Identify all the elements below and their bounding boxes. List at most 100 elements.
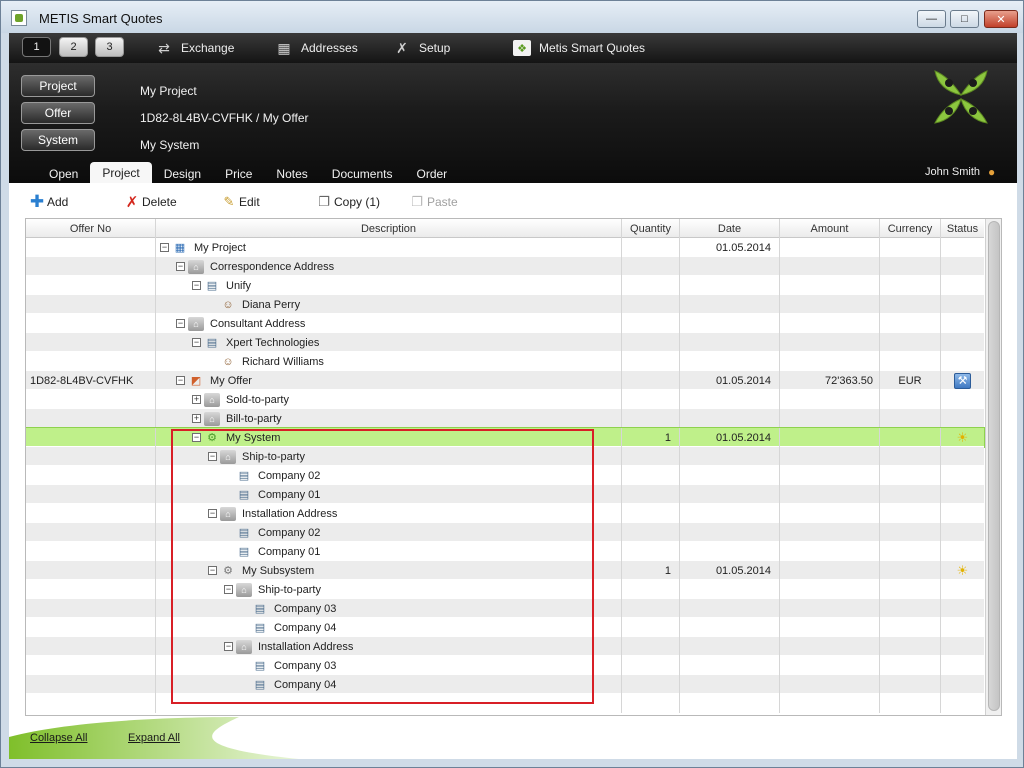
page-button-3[interactable]: 3 — [95, 37, 124, 57]
table-row[interactable]: − ⌂ Consultant Address — [26, 314, 984, 333]
tree-node[interactable]: − ▤ Unify — [192, 276, 251, 295]
column-header-amount[interactable]: Amount — [780, 219, 880, 238]
column-header-currency[interactable]: Currency — [880, 219, 941, 238]
tree-node[interactable]: − ⌂ Correspondence Address — [176, 257, 334, 276]
tab-price[interactable]: Price — [213, 162, 264, 183]
table-row[interactable]: ▤ Company 04 — [26, 618, 984, 637]
collapse-node-icon[interactable]: − — [192, 433, 201, 442]
tree-node[interactable]: ▤ Company 03 — [240, 656, 337, 675]
table-row[interactable]: − ⌂ Installation Address — [26, 504, 984, 523]
table-row[interactable]: − ⌂ Ship-to-party — [26, 580, 984, 599]
nav-exchange[interactable]: ⇄ Exchange — [155, 39, 234, 57]
project-button[interactable]: Project — [21, 75, 95, 97]
collapse-node-icon[interactable]: − — [208, 566, 217, 575]
collapse-node-icon[interactable]: − — [192, 338, 201, 347]
collapse-node-icon[interactable]: − — [176, 262, 185, 271]
tree-node[interactable]: − ⌂ Installation Address — [208, 504, 337, 523]
table-row[interactable]: ▤ Company 02 — [26, 523, 984, 542]
table-row[interactable]: ▤ Company 03 — [26, 656, 984, 675]
table-row[interactable]: − ⌂ Ship-to-party — [26, 447, 984, 466]
table-row[interactable]: + ⌂ Bill-to-party — [26, 409, 984, 428]
collapse-all-link[interactable]: Collapse All — [30, 732, 87, 744]
expand-node-icon[interactable]: + — [192, 395, 201, 404]
tree-node[interactable]: + ⌂ Sold-to-party — [192, 390, 289, 409]
table-row-selected[interactable]: − ⚙ My System 1 01.05.2014 ☀ — [26, 427, 985, 448]
expand-all-link[interactable]: Expand All — [128, 732, 180, 744]
table-row[interactable]: − ⌂ Installation Address — [26, 637, 984, 656]
table-row[interactable]: 1D82-8L4BV-CVFHK − ◩ My Offer 01.05.2014 72'3… — [26, 371, 984, 390]
table-row[interactable]: ▤ Company 03 — [26, 599, 984, 618]
user-menu[interactable]: John Smith ● — [925, 165, 995, 179]
nav-setup[interactable]: ✗ Setup — [393, 39, 450, 57]
page-button-1[interactable]: 1 — [22, 37, 51, 57]
tree-node[interactable]: − ⚙ My Subsystem — [208, 561, 314, 580]
tree-node[interactable]: ☺ Richard Williams — [208, 352, 324, 371]
tree-node[interactable]: ▤ Company 02 — [224, 523, 321, 542]
nav-metis-smart-quotes[interactable]: ❖ Metis Smart Quotes — [513, 39, 645, 57]
system-button[interactable]: System — [21, 129, 95, 151]
column-header-description[interactable]: Description — [156, 219, 622, 238]
edit-button[interactable]: ✎ Edit — [221, 194, 260, 210]
table-row[interactable]: ☺ Richard Williams — [26, 352, 984, 371]
tree-node[interactable]: ☺ Diana Perry — [208, 295, 300, 314]
table-row[interactable] — [26, 694, 984, 713]
tree-node[interactable]: ▤ Company 04 — [240, 618, 337, 637]
tree-node[interactable]: − ⌂ Consultant Address — [176, 314, 305, 333]
table-row[interactable]: ☺ Diana Perry — [26, 295, 984, 314]
tree-node[interactable]: − ⚙ My System — [192, 428, 280, 447]
column-header-quantity[interactable]: Quantity — [622, 219, 680, 238]
copy-button[interactable]: ❐ Copy (1) — [316, 194, 380, 210]
expand-node-icon[interactable]: + — [192, 414, 201, 423]
tab-order[interactable]: Order — [404, 162, 459, 183]
offer-button[interactable]: Offer — [21, 102, 95, 124]
add-button[interactable]: ✚ Add — [29, 192, 68, 211]
table-row[interactable]: − ▤ Unify — [26, 276, 984, 295]
tree-node[interactable]: − ⌂ Ship-to-party — [208, 447, 305, 466]
tab-open[interactable]: Open — [37, 162, 90, 183]
nav-addresses[interactable]: ▦ Addresses — [275, 39, 357, 57]
tree-node[interactable]: ▤ Company 03 — [240, 599, 337, 618]
collapse-node-icon[interactable]: − — [224, 642, 233, 651]
collapse-node-icon[interactable]: − — [176, 376, 185, 385]
table-row[interactable]: − ⚙ My Subsystem 1 01.05.2014 ☀ — [26, 561, 984, 580]
tree-node[interactable]: ▤ Company 02 — [224, 466, 321, 485]
tree-node[interactable]: − ⌂ Ship-to-party — [224, 580, 321, 599]
table-row[interactable]: ▤ Company 01 — [26, 485, 984, 504]
tab-documents[interactable]: Documents — [320, 162, 405, 183]
tree-node[interactable]: − ⌂ Installation Address — [224, 637, 353, 656]
tree-node[interactable]: ▤ Company 01 — [224, 485, 321, 504]
tab-project[interactable]: Project — [90, 162, 152, 183]
status-lightbulb-icon[interactable]: ☀ — [954, 563, 971, 579]
tree-node[interactable]: − ▤ Xpert Technologies — [192, 333, 319, 352]
tab-notes[interactable]: Notes — [264, 162, 319, 183]
status-lightbulb-icon[interactable]: ☀ — [954, 430, 971, 446]
table-row[interactable]: − ▦ My Project 01.05.2014 — [26, 238, 984, 257]
status-tools-icon[interactable]: ⚒ — [954, 372, 971, 389]
maximize-button[interactable]: □ — [950, 10, 979, 28]
tree-node[interactable]: + ⌂ Bill-to-party — [192, 409, 282, 428]
scrollbar-thumb[interactable] — [988, 221, 1000, 711]
collapse-node-icon[interactable]: − — [192, 281, 201, 290]
close-button[interactable]: ✕ — [984, 10, 1018, 28]
column-header-date[interactable]: Date — [680, 219, 780, 238]
paste-button[interactable]: ❐ Paste — [409, 194, 458, 210]
vertical-scrollbar[interactable] — [985, 219, 1001, 715]
delete-button[interactable]: ✗ Delete — [124, 194, 177, 211]
tree-node[interactable]: − ◩ My Offer — [176, 371, 252, 390]
collapse-node-icon[interactable]: − — [160, 243, 169, 252]
page-button-2[interactable]: 2 — [59, 37, 88, 57]
tree-node[interactable]: ▤ Company 01 — [224, 542, 321, 561]
collapse-node-icon[interactable]: − — [224, 585, 233, 594]
table-row[interactable]: ▤ Company 04 — [26, 675, 984, 694]
column-header-status[interactable]: Status — [941, 219, 984, 238]
minimize-button[interactable]: — — [917, 10, 946, 28]
tab-design[interactable]: Design — [152, 162, 213, 183]
collapse-node-icon[interactable]: − — [176, 319, 185, 328]
column-header-offer-no[interactable]: Offer No — [26, 219, 156, 238]
collapse-node-icon[interactable]: − — [208, 452, 217, 461]
table-row[interactable]: − ▤ Xpert Technologies — [26, 333, 984, 352]
table-row[interactable]: ▤ Company 01 — [26, 542, 984, 561]
tree-node[interactable]: ▤ Company 04 — [240, 675, 337, 694]
table-row[interactable]: ▤ Company 02 — [26, 466, 984, 485]
table-row[interactable]: + ⌂ Sold-to-party — [26, 390, 984, 409]
